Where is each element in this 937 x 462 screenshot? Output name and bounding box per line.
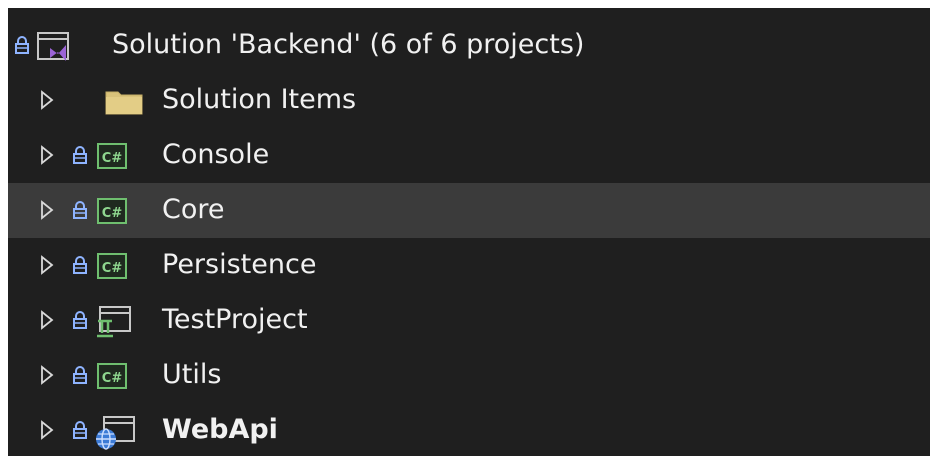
tree-item-solution-items[interactable]: Solution Items bbox=[8, 73, 930, 128]
lock-icon bbox=[72, 255, 88, 275]
web-project-icon bbox=[94, 415, 136, 451]
tree-item-webapi[interactable]: WebApi bbox=[8, 403, 930, 456]
test-project-icon bbox=[94, 305, 132, 339]
tree-item-core[interactable]: C# Core bbox=[8, 183, 930, 238]
expand-arrow-icon[interactable] bbox=[40, 255, 54, 275]
tree-item-label: TestProject bbox=[162, 304, 308, 335]
solution-explorer-panel: Solution 'Backend' (6 of 6 projects) Sol… bbox=[8, 8, 930, 456]
tree-item-label: WebApi bbox=[162, 414, 278, 445]
tree-item-console[interactable]: C# Console bbox=[8, 128, 930, 183]
lock-icon bbox=[72, 310, 88, 330]
csharp-project-icon: C# bbox=[96, 362, 128, 390]
tree-item-label: Solution Items bbox=[162, 84, 357, 115]
tree-item-label: Persistence bbox=[162, 249, 317, 280]
expand-arrow-icon[interactable] bbox=[40, 365, 54, 385]
visual-studio-solution-icon bbox=[36, 30, 72, 62]
tree-item-label: Core bbox=[162, 194, 225, 225]
tree-item-label: Utils bbox=[162, 359, 222, 390]
tree-item-testproject[interactable]: TestProject bbox=[8, 293, 930, 348]
lock-icon bbox=[72, 200, 88, 220]
csharp-project-icon: C# bbox=[96, 252, 128, 280]
folder-icon bbox=[104, 88, 144, 116]
solution-root-row[interactable]: Solution 'Backend' (6 of 6 projects) bbox=[8, 18, 930, 73]
csharp-project-icon: C# bbox=[96, 142, 128, 170]
solution-root-label: Solution 'Backend' (6 of 6 projects) bbox=[112, 29, 585, 60]
svg-text:C#: C# bbox=[102, 261, 123, 276]
expand-arrow-icon[interactable] bbox=[40, 145, 54, 165]
expand-arrow-icon[interactable] bbox=[40, 90, 54, 110]
tree-item-label: Console bbox=[162, 139, 270, 170]
svg-text:C#: C# bbox=[102, 371, 123, 386]
lock-icon bbox=[72, 145, 88, 165]
lock-icon bbox=[72, 365, 88, 385]
tree-item-persistence[interactable]: C# Persistence bbox=[8, 238, 930, 293]
lock-icon bbox=[14, 35, 30, 55]
lock-icon bbox=[72, 420, 88, 440]
expand-arrow-icon[interactable] bbox=[40, 200, 54, 220]
csharp-project-icon: C# bbox=[96, 197, 128, 225]
tree-item-utils[interactable]: C# Utils bbox=[8, 348, 930, 403]
expand-arrow-icon[interactable] bbox=[40, 310, 54, 330]
expand-arrow-icon[interactable] bbox=[40, 420, 54, 440]
svg-text:C#: C# bbox=[102, 151, 123, 166]
svg-text:C#: C# bbox=[102, 206, 123, 221]
